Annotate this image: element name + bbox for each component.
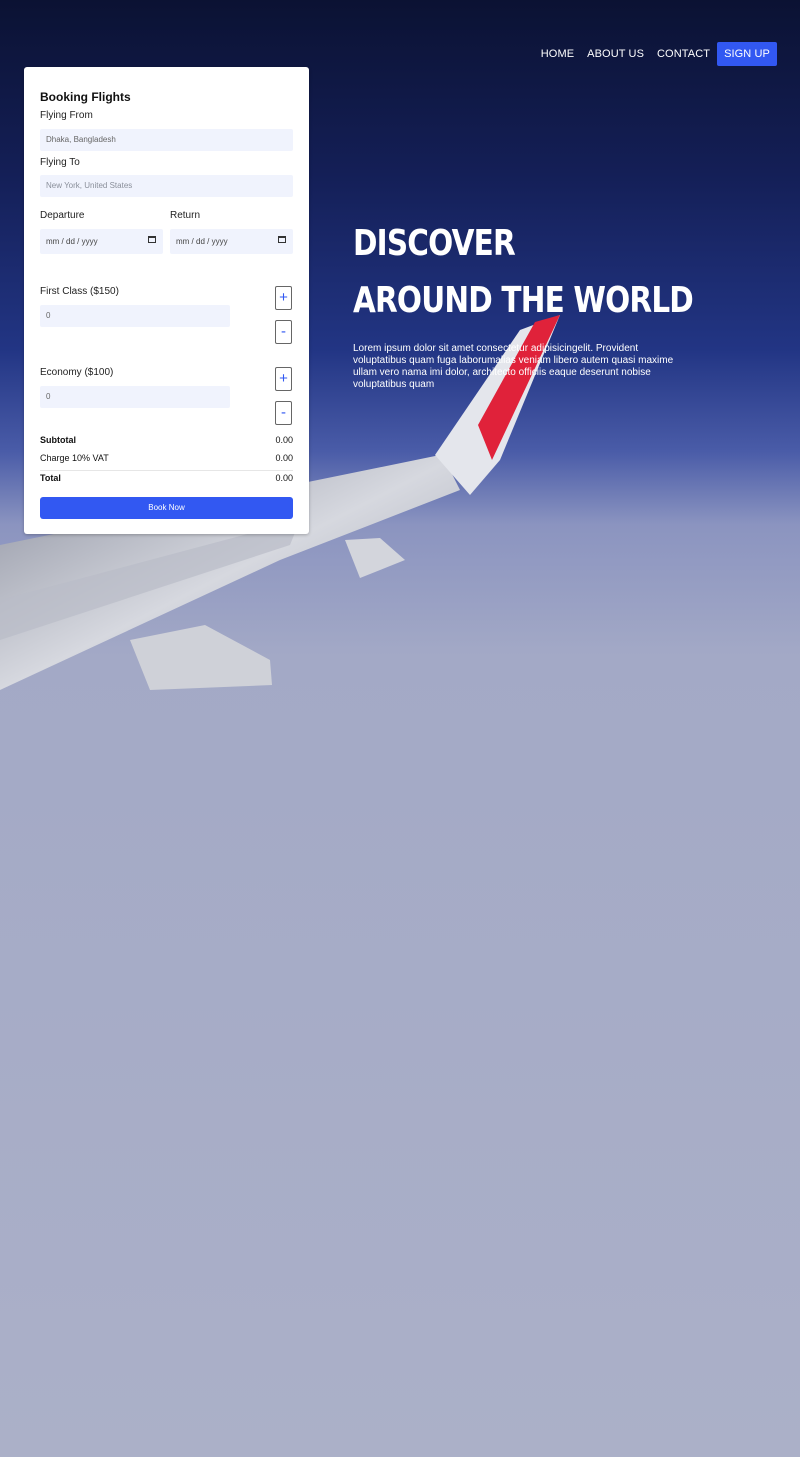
flying-from-input[interactable]: Dhaka, Bangladesh (40, 129, 293, 151)
flying-to-label: Flying To (40, 157, 80, 168)
nav-contact-link[interactable]: CONTACT (657, 48, 710, 60)
departure-date-placeholder: mm / dd / yyyy (46, 237, 98, 246)
departure-date-input[interactable]: mm / dd / yyyy (40, 229, 163, 254)
first-class-quantity-input[interactable]: 0 (40, 305, 230, 327)
return-date-placeholder: mm / dd / yyyy (176, 237, 228, 246)
calendar-icon[interactable] (148, 236, 156, 243)
economy-quantity-input[interactable]: 0 (40, 386, 230, 408)
hero-heading: DISCOVER AROUND THE WORLD (353, 215, 694, 329)
top-nav: HOME ABOUT US CONTACT SIGN UP (528, 42, 777, 66)
first-class-increase-button[interactable]: + (275, 286, 292, 310)
hero-heading-line1: DISCOVER (353, 223, 516, 264)
hero-description: Lorem ipsum dolor sit amet consectetur a… (353, 343, 674, 390)
return-label: Return (170, 210, 201, 221)
booking-card: Booking Flights Flying From Dhaka, Bangl… (24, 67, 309, 534)
economy-label: Economy ($100) (40, 367, 114, 378)
nav-home-link[interactable]: HOME (541, 48, 574, 60)
hero-section: DISCOVER AROUND THE WORLD Lorem ipsum do… (353, 215, 768, 391)
calendar-icon[interactable] (278, 236, 286, 243)
hero-heading-line2: AROUND THE WORLD (353, 280, 694, 321)
total-value: 0.00 (275, 473, 293, 483)
total-row: Total 0.00 (40, 473, 293, 483)
economy-increase-button[interactable]: + (275, 367, 292, 391)
total-label: Total (40, 473, 61, 483)
sign-up-button[interactable]: SIGN UP (717, 42, 777, 66)
economy-decrease-button[interactable]: - (275, 401, 292, 425)
book-now-button[interactable]: Book Now (40, 497, 293, 519)
flying-from-label: Flying From (40, 110, 93, 121)
subtotal-row: Subtotal 0.00 (40, 435, 293, 445)
subtotal-value: 0.00 (275, 435, 293, 445)
first-class-label: First Class ($150) (40, 286, 119, 297)
subtotal-label: Subtotal (40, 435, 76, 445)
return-date-input[interactable]: mm / dd / yyyy (170, 229, 293, 254)
first-class-decrease-button[interactable]: - (275, 320, 292, 344)
flying-to-input[interactable]: New York, United States (40, 175, 293, 197)
vat-label: Charge 10% VAT (40, 453, 109, 463)
nav-about-link[interactable]: ABOUT US (587, 48, 644, 60)
booking-title: Booking Flights (40, 90, 131, 104)
vat-value: 0.00 (275, 453, 293, 463)
totals-divider (40, 470, 293, 471)
vat-row: Charge 10% VAT 0.00 (40, 453, 293, 463)
departure-label: Departure (40, 210, 85, 221)
